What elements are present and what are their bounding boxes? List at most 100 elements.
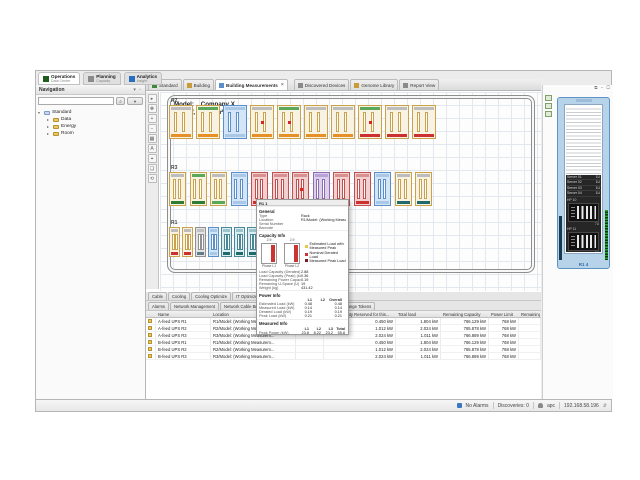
select-icon[interactable]: ▸ (148, 94, 157, 103)
rack[interactable] (231, 172, 248, 206)
rack[interactable] (277, 105, 301, 139)
rack[interactable] (385, 105, 409, 139)
grid-icon[interactable]: ▦ (148, 134, 157, 143)
blade-chassis[interactable] (568, 232, 599, 251)
section-heading: Capacity Info (257, 230, 348, 238)
floor-plan-canvas[interactable]: Model: , Company X4.9 kW, 60.40 m² R2R3R… (160, 92, 541, 291)
column-header[interactable] (146, 311, 156, 317)
table-row[interactable]: B-feed UPS R2R2/Model: (Working Measurem… (146, 346, 541, 353)
rack[interactable] (169, 227, 180, 257)
search-input[interactable] (38, 97, 114, 105)
tab-cooling-optimize[interactable]: Cooling Optimize (191, 292, 231, 300)
perspective-tab-operations[interactable]: OperationsData Center (38, 72, 80, 85)
layers-icon[interactable]: ❏ (148, 164, 157, 173)
rack-elevation[interactable]: Server 011UServer 021UServer 031UServer … (557, 97, 610, 269)
rack-rail (214, 179, 217, 199)
genome-icon-3[interactable] (545, 111, 552, 117)
tab-alarms[interactable]: Alarms (148, 302, 169, 310)
rack[interactable] (234, 227, 245, 257)
tree-expand-icon[interactable]: ▾ (38, 110, 42, 115)
column-header[interactable]: Total load (396, 311, 441, 317)
alarm-indicator (288, 121, 291, 124)
tree-item-room[interactable]: ▸Room (38, 130, 143, 137)
refresh-icon[interactable]: ⟲ (148, 174, 157, 183)
rack[interactable] (304, 105, 328, 139)
rack[interactable] (415, 172, 432, 206)
blade-chassis[interactable] (568, 203, 599, 222)
column-header[interactable]: Remaining Group (519, 311, 541, 317)
column-header[interactable]: Remaining Capacity (441, 311, 489, 317)
filter-icon[interactable]: ▾ (127, 97, 143, 105)
tree-item-standard[interactable]: ▾Standard (38, 109, 143, 116)
rack-rail (419, 179, 422, 199)
rack-top-tab (576, 99, 592, 102)
rack-status-strip (233, 201, 246, 204)
tree-item-energy[interactable]: ▸Energy (38, 123, 143, 130)
server-name: Server 04 (567, 191, 582, 195)
tree-expand-icon[interactable]: ▸ (47, 117, 51, 122)
rack[interactable] (208, 227, 219, 257)
tree-expand-icon[interactable]: ▸ (47, 124, 51, 129)
text-icon[interactable]: A (148, 144, 157, 153)
rack-header-strip (171, 229, 178, 232)
measure-icon[interactable]: ⌖ (148, 154, 157, 163)
tab-cooling[interactable]: Cooling (168, 292, 190, 300)
rack-rail (182, 112, 185, 132)
rack[interactable] (169, 105, 193, 139)
property-row: Weight (kg)431.42 (257, 286, 348, 290)
tree-expand-icon[interactable]: ▸ (47, 131, 51, 136)
tab-cable[interactable]: Cable (148, 292, 167, 300)
rack[interactable] (331, 105, 355, 139)
chassis-label: HP 11 (566, 226, 601, 231)
rack[interactable] (412, 105, 436, 139)
rack[interactable] (210, 172, 227, 206)
panel-window-icons[interactable]: ⧉ − ▢ (594, 85, 611, 90)
rack[interactable] (182, 227, 193, 257)
rack-header-strip (233, 174, 246, 177)
rack[interactable] (190, 172, 207, 206)
rack[interactable] (195, 227, 206, 257)
editor-tab-report-view[interactable]: Report View (399, 79, 439, 90)
tree-item-data[interactable]: ▸Data (38, 116, 143, 123)
rack[interactable] (250, 105, 274, 139)
rack-rail (175, 234, 178, 250)
rack[interactable] (223, 105, 247, 139)
rack[interactable] (354, 172, 371, 206)
genome-icon-2[interactable] (545, 103, 552, 109)
rack[interactable] (395, 172, 412, 206)
rack[interactable] (169, 172, 186, 206)
divider (493, 402, 494, 409)
table-row[interactable]: B-feed UPS R1R1/Model: (Working Measurem… (146, 339, 541, 346)
column-header[interactable]: Name (156, 311, 211, 317)
legend-label: Nominal Derated Load (310, 251, 347, 259)
rack-header-strip (171, 107, 191, 110)
close-icon[interactable]: × (281, 82, 284, 88)
rack-rail (342, 179, 345, 199)
rack-header-strip (333, 107, 353, 110)
table-row[interactable]: B-feed UPS R3R3/Model: (Working Measurem… (146, 353, 541, 360)
column-header[interactable]: Power Limit (489, 311, 519, 317)
pan-icon[interactable]: ✥ (148, 104, 157, 113)
panel-window-icons[interactable]: ▾ ▫ (133, 87, 142, 93)
rack[interactable] (358, 105, 382, 139)
tab-network-management[interactable]: Network Management (170, 302, 219, 310)
editor-tab-genome-library[interactable]: Genome Library (350, 79, 398, 90)
editor-tab-discovered-devices[interactable]: Discovered Devices (294, 79, 350, 90)
ups-icon (148, 347, 152, 351)
rack[interactable] (196, 105, 220, 139)
rack-status-strip (171, 201, 184, 204)
editor-tab-building[interactable]: Building (183, 79, 214, 90)
editor-tab-building-measurements[interactable]: Building Measurements× (215, 79, 288, 90)
rack[interactable] (221, 227, 232, 257)
genome-icon-1[interactable] (545, 95, 552, 101)
rack[interactable] (374, 172, 391, 206)
perspective-tab-analytics[interactable]: AnalyticsInsight (124, 72, 162, 85)
zoom-in-icon[interactable]: + (148, 114, 157, 123)
rack-name-label: R1 4 (558, 262, 609, 267)
search-icon[interactable]: ⌕ (116, 97, 125, 105)
zoom-out-icon[interactable]: − (148, 124, 157, 133)
perspective-tab-planning[interactable]: PlanningCapacity (83, 72, 120, 85)
rack-status-strip (414, 134, 434, 137)
rack-rail (240, 179, 243, 199)
sync-arrows-icon[interactable]: ⇵ (603, 403, 607, 409)
